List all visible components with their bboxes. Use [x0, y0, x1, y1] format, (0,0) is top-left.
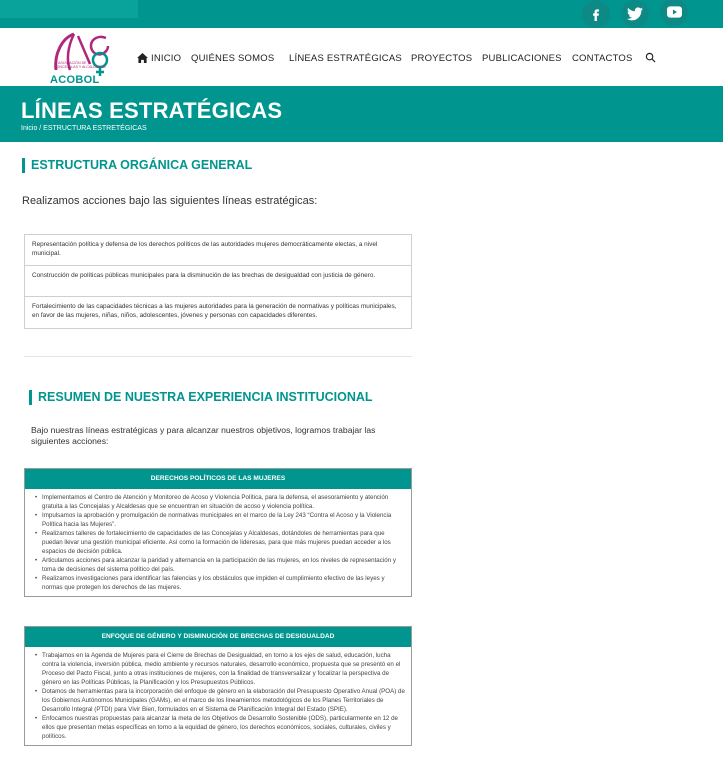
twitter-icon[interactable]	[621, 0, 649, 28]
home-icon[interactable]	[137, 53, 148, 63]
nav-proyectos[interactable]: PROYECTOS	[411, 53, 472, 64]
svg-text:CONCEJALAS Y ALCALDESAS: CONCEJALAS Y ALCALDESAS	[54, 65, 106, 69]
site-header: ASOCIACIÓN DE CONCEJALAS Y ALCALDESAS AC…	[0, 28, 723, 86]
box-heading: ENFOQUE DE GÉNERO Y DISMINUCIÓN DE BRECH…	[25, 627, 411, 647]
list-item: Articulamos acciones para alcanzar la pa…	[35, 556, 405, 574]
nav-lineas-estrategicas[interactable]: LÍNEAS ESTRATÉGICAS	[289, 53, 402, 64]
list-item: Realizamos talleres de fortalecimiento d…	[35, 529, 405, 556]
breadcrumb[interactable]: Inicio / ESTRUCTURA ESTRETÉGICAS	[21, 125, 147, 132]
nav-publicaciones[interactable]: PUBLICACIONES	[482, 53, 562, 64]
section-heading-estructura: ESTRUCTURA ORGÁNICA GENERAL	[22, 158, 252, 173]
box-heading: DERECHOS POLÍTICOS DE LAS MUJERES	[25, 469, 411, 489]
search-icon[interactable]	[645, 52, 656, 63]
nav-quienes-somos[interactable]: QUIÉNES SOMOS	[191, 53, 274, 64]
nav-inicio[interactable]: INICIO	[151, 53, 181, 64]
section-intro-acciones: Bajo nuestras líneas estratégicas y para…	[31, 425, 376, 446]
derechos-politicos-box: DERECHOS POLÍTICOS DE LAS MUJERES Implem…	[24, 468, 412, 597]
table-row: Representación política y defensa de los…	[25, 235, 411, 266]
nav-contactos[interactable]: CONTACTOS	[572, 53, 633, 64]
enfoque-genero-box: ENFOQUE DE GÉNERO Y DISMINUCIÓN DE BRECH…	[24, 626, 412, 746]
facebook-icon[interactable]	[582, 0, 610, 28]
top-bar	[0, 0, 723, 28]
section-heading-resumen: RESUMEN DE NUESTRA EXPERIENCIA INSTITUCI…	[29, 390, 373, 405]
section-intro-lineas: Realizamos acciones bajo las siguientes …	[22, 195, 318, 207]
section-divider	[24, 356, 412, 357]
box-list: Trabajamos en la Agenda de Mujeres para …	[25, 647, 411, 745]
youtube-icon[interactable]	[660, 0, 688, 26]
list-item: Impulsamos la aprobación y promulgación …	[35, 511, 405, 529]
list-item: Realizamos investigaciones para identifi…	[35, 574, 405, 592]
table-row: Construcción de políticas públicas munic…	[25, 266, 411, 297]
top-bar-tab	[0, 0, 138, 18]
box-list: Implementamos el Centro de Atención y Mo…	[25, 489, 411, 596]
page-title: LÍNEAS ESTRATÉGICAS	[21, 98, 283, 123]
list-item: Implementamos el Centro de Atención y Mo…	[35, 493, 405, 511]
page-banner: LÍNEAS ESTRATÉGICAS Inicio / ESTRUCTURA …	[0, 86, 723, 142]
strategic-lines-table: Representación política y defensa de los…	[24, 234, 412, 329]
table-row: Fortalecimiento de las capacidades técni…	[32, 303, 397, 319]
list-item: Trabajamos en la Agenda de Mujeres para …	[35, 651, 405, 687]
list-item: Enfocamos nuestras propuestas para alcan…	[35, 714, 405, 741]
logo-text: ACOBOL	[50, 74, 100, 86]
list-item: Dotamos de herramientas para la incorpor…	[35, 687, 405, 714]
